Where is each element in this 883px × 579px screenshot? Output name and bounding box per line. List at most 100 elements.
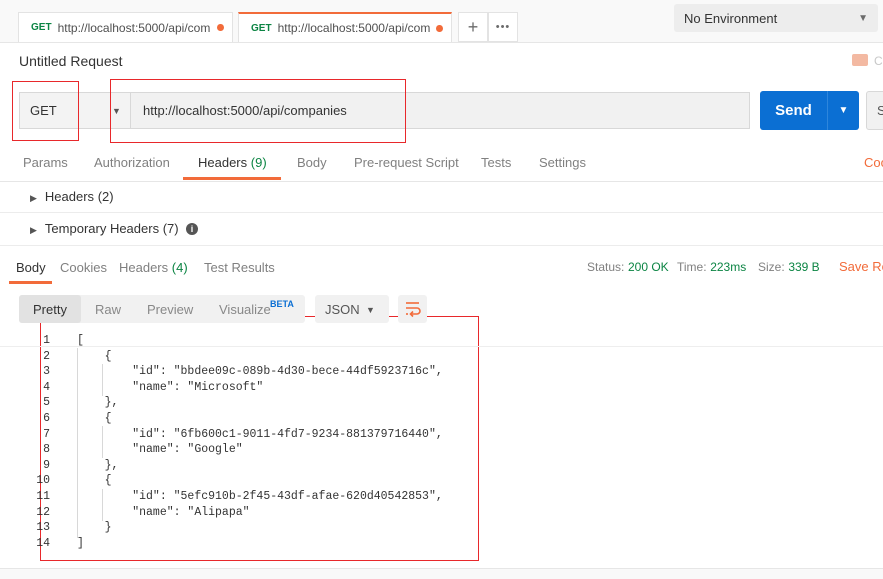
tab-params[interactable]: Params xyxy=(23,155,68,170)
line-number: 5 xyxy=(43,396,50,410)
status-bar xyxy=(0,568,883,579)
url-input[interactable] xyxy=(131,92,750,129)
response-tab-headers[interactable]: Headers (4) xyxy=(119,260,188,275)
code-line: "name": "Google" xyxy=(77,443,243,457)
request-tab-active[interactable]: GET http://localhost:5000/api/compan xyxy=(238,12,452,42)
send-button[interactable]: Send ▼ xyxy=(760,91,859,130)
divider xyxy=(0,212,883,213)
temporary-headers-count: (7) xyxy=(162,221,179,236)
code-line: ] xyxy=(77,536,84,550)
size-label: Size: xyxy=(758,260,785,274)
tab-pre-request-script[interactable]: Pre-request Script xyxy=(354,155,459,170)
line-number: 8 xyxy=(43,443,50,457)
line-number: 3 xyxy=(43,365,50,379)
temporary-headers-label: Temporary Headers xyxy=(44,221,160,236)
tab-url: http://localhost:5000/api/compan xyxy=(277,21,431,35)
tab-headers[interactable]: Headers (9) xyxy=(198,155,267,170)
temporary-headers-toggle[interactable]: ▶ Temporary Headers (7) xyxy=(30,221,179,236)
tab-url: http://localhost:5000/api/compan xyxy=(57,20,212,35)
more-icon: ••• xyxy=(495,21,511,33)
save-label: S xyxy=(877,103,883,118)
tab-body[interactable]: Body xyxy=(297,155,327,170)
headers-section-count: (2) xyxy=(97,189,114,204)
method-label: GET xyxy=(30,103,57,118)
headers-section-toggle[interactable]: ▶ Headers (2) xyxy=(30,189,114,204)
caret-right-icon: ▶ xyxy=(30,225,37,235)
line-number: 11 xyxy=(36,490,50,503)
view-raw[interactable]: Raw xyxy=(95,302,121,317)
status-label: Status: xyxy=(587,260,625,274)
line-number: 7 xyxy=(43,427,50,441)
tab-method: GET xyxy=(251,22,272,34)
code-line: } xyxy=(77,521,112,535)
code-line: "name": "Alipapa" xyxy=(77,505,250,519)
view-preview[interactable]: Preview xyxy=(147,302,193,317)
more-tabs-button[interactable]: ••• xyxy=(488,12,518,42)
format-label: JSON xyxy=(325,301,360,317)
editor-top-border xyxy=(0,346,883,347)
line-number: 13 xyxy=(36,521,50,535)
status-value: 200 OK xyxy=(627,260,669,274)
save-response-button[interactable]: Save Re xyxy=(839,259,883,274)
comments-label[interactable]: C xyxy=(874,54,883,68)
view-pretty[interactable]: Pretty xyxy=(33,302,67,317)
code-line: { xyxy=(77,474,112,488)
request-title[interactable]: Untitled Request xyxy=(19,53,123,69)
response-time: Time: 223ms xyxy=(677,259,746,274)
unsaved-dot-icon xyxy=(436,24,443,32)
caret-right-icon: ▶ xyxy=(30,193,37,203)
chevron-down-icon[interactable]: ▼ xyxy=(828,105,859,116)
response-status: Status: 200 OK xyxy=(587,259,669,274)
active-tab-indicator xyxy=(9,281,52,284)
line-number: 4 xyxy=(43,380,50,394)
tab-settings[interactable]: Settings xyxy=(539,155,586,170)
environment-select[interactable]: No Environment ▼ xyxy=(674,4,878,32)
tab-headers-label: Headers xyxy=(198,155,248,170)
line-number: 6 xyxy=(43,412,50,425)
info-icon[interactable]: i xyxy=(186,223,198,235)
plus-icon: + xyxy=(467,16,479,37)
code-line: "name": "Microsoft" xyxy=(77,380,264,394)
response-tab-headers-label: Headers xyxy=(119,260,169,275)
new-tab-button[interactable]: + xyxy=(458,12,488,42)
line-number: 14 xyxy=(36,536,50,550)
size-value: 339 B xyxy=(788,260,820,274)
chevron-down-icon: ▼ xyxy=(366,305,375,315)
response-tab-body[interactable]: Body xyxy=(16,260,46,275)
response-size: Size: 339 B xyxy=(758,259,820,274)
response-tab-headers-count: (4) xyxy=(171,260,188,275)
tab-authorization[interactable]: Authorization xyxy=(94,155,170,170)
line-number: 12 xyxy=(36,505,50,519)
response-tab-cookies[interactable]: Cookies xyxy=(60,260,107,275)
wrap-lines-button[interactable] xyxy=(398,295,427,323)
wrap-lines-icon xyxy=(406,302,421,318)
code-line: }, xyxy=(77,396,119,410)
code-line: "id": "5efc910b-2f45-43df-afae-620d40542… xyxy=(77,490,443,503)
time-value: 223ms xyxy=(710,260,747,274)
line-number: 1 xyxy=(43,334,50,347)
send-label: Send xyxy=(775,102,812,119)
code-line: }, xyxy=(77,458,119,472)
chevron-down-icon[interactable]: ▼ xyxy=(112,106,121,116)
time-label: Time: xyxy=(677,260,707,274)
code-line: { xyxy=(77,412,112,425)
request-tabs: Params Authorization Headers (9) Body Pr… xyxy=(0,146,883,182)
tab-tests[interactable]: Tests xyxy=(481,155,511,170)
active-tab-indicator xyxy=(183,177,281,180)
line-number: 9 xyxy=(43,458,50,472)
environment-label: No Environment xyxy=(684,10,778,26)
line-number: 10 xyxy=(36,474,50,488)
tab-headers-count: (9) xyxy=(250,155,267,170)
code-line: [ xyxy=(77,334,84,347)
chevron-down-icon: ▼ xyxy=(858,12,868,24)
view-visualize[interactable]: Visualize xyxy=(219,302,271,317)
format-select[interactable]: JSON xyxy=(315,295,389,323)
unsaved-dot-icon xyxy=(217,24,224,31)
code-line: "id": "bbdee09c-089b-4d30-bece-44df59237… xyxy=(77,365,443,379)
save-button[interactable]: S xyxy=(866,91,883,130)
request-tab[interactable]: GET http://localhost:5000/api/compan xyxy=(18,12,233,42)
comment-icon[interactable] xyxy=(852,54,868,66)
beta-badge: BETA xyxy=(270,299,294,309)
response-tab-test-results[interactable]: Test Results xyxy=(204,260,275,275)
code-link[interactable]: Coo xyxy=(864,155,883,170)
